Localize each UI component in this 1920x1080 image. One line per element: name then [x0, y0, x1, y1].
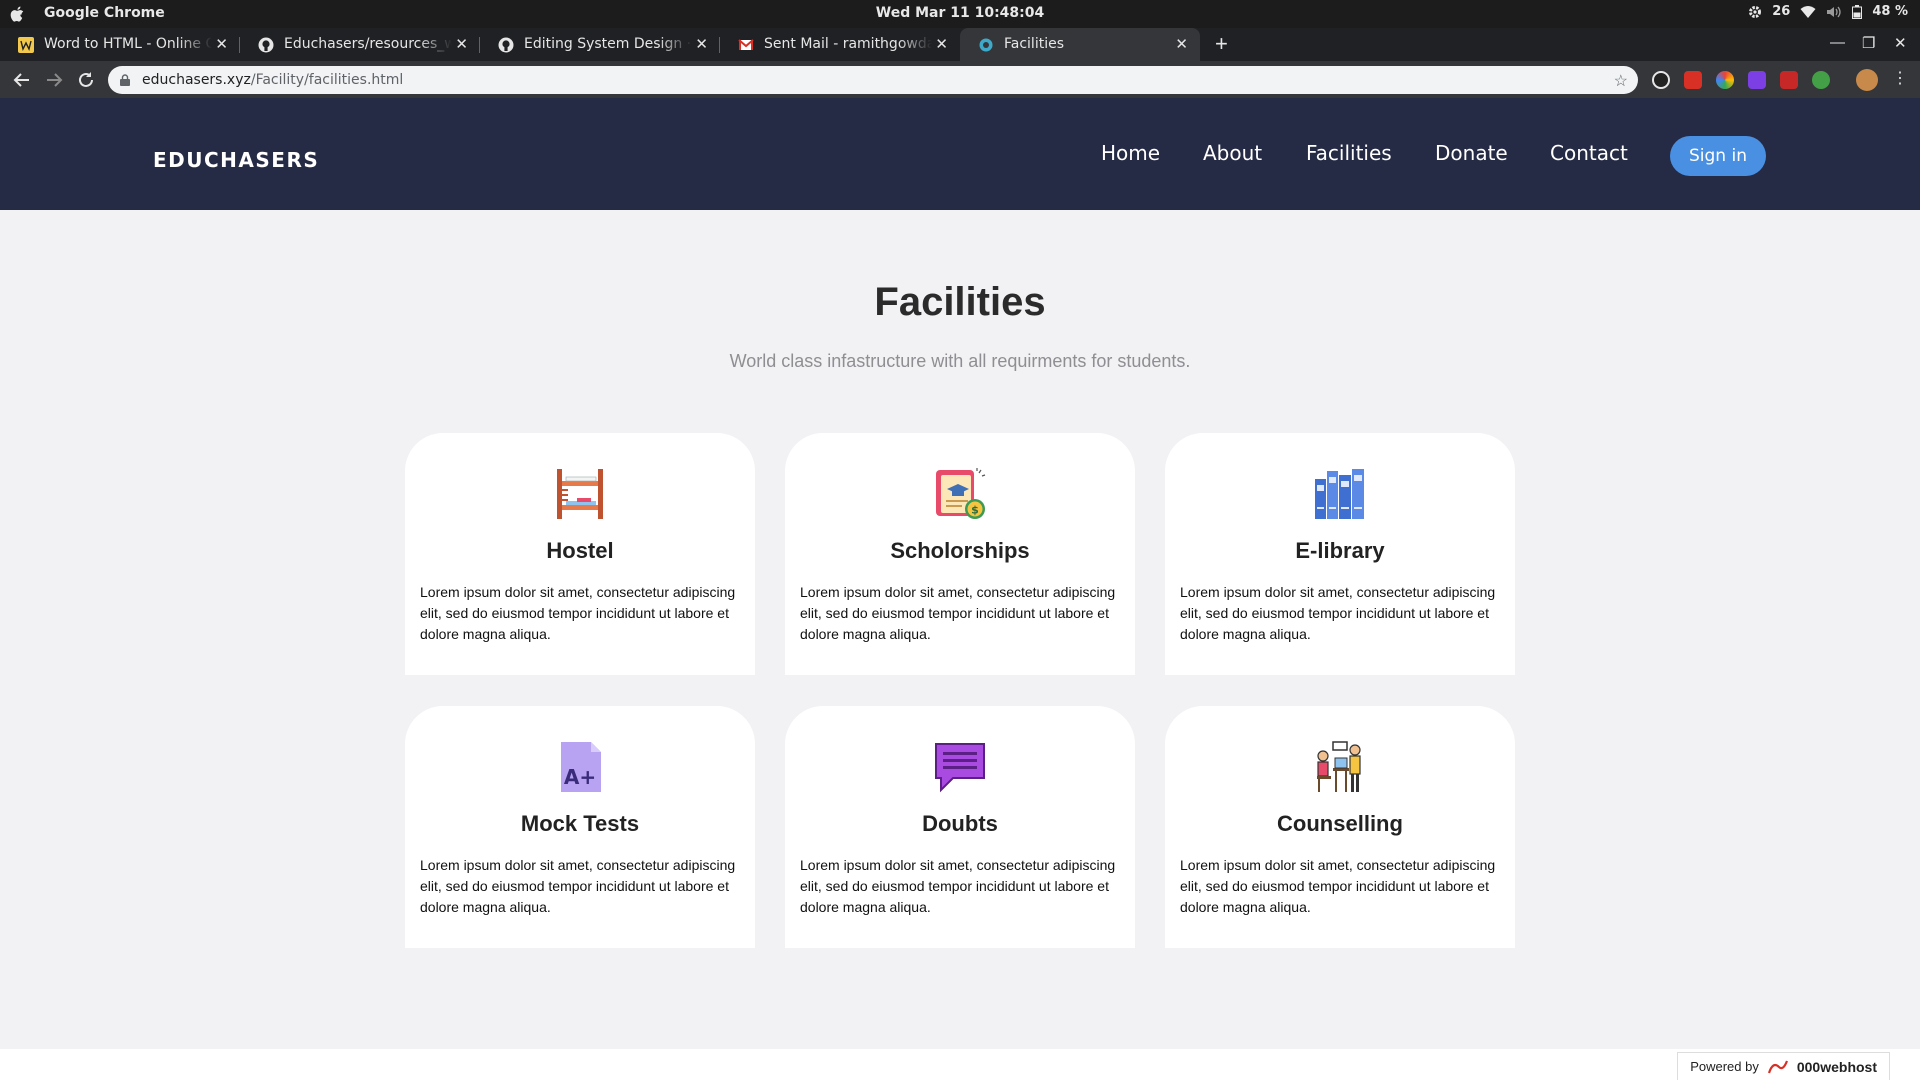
browser-tab-system-design[interactable]: Editing System Design · ra ✕	[480, 28, 720, 61]
battery-percentage: 48 %	[1872, 4, 1908, 19]
scholarship-certificate-icon: $	[936, 468, 986, 519]
system-tray: 26 48 %	[1748, 4, 1908, 19]
tab-title: Word to HTML - Online Co	[44, 36, 212, 52]
tab-title: Sent Mail - ramithgowdak	[764, 36, 932, 52]
close-tab-icon[interactable]: ✕	[215, 35, 228, 53]
reload-icon[interactable]	[75, 69, 97, 91]
bookmark-star-icon[interactable]: ☆	[1614, 71, 1628, 91]
lock-icon[interactable]	[120, 74, 130, 86]
close-tab-icon[interactable]: ✕	[455, 35, 468, 53]
facility-name: Mock Tests	[520, 811, 640, 836]
page-subtitle: World class infastructure with all requi…	[729, 351, 1191, 371]
webhost-logo-icon	[1767, 1060, 1788, 1073]
tray-count: 26	[1772, 4, 1791, 19]
facility-card-scholorships[interactable]: $ Scholorships Lorem ipsum dolor sit ame…	[785, 433, 1135, 675]
minimize-window-icon[interactable]: —	[1830, 34, 1845, 51]
forward-arrow-icon[interactable]	[43, 69, 65, 91]
facility-description: Lorem ipsum dolor sit amet, consectetur …	[1180, 584, 1496, 642]
restore-window-icon[interactable]: ❐	[1862, 34, 1875, 52]
powered-by-label: Powered by	[1690, 1059, 1759, 1074]
facility-name: Hostel	[546, 538, 614, 563]
url-path: /Facility/facilities.html	[250, 72, 404, 88]
facility-card-doubts[interactable]: Doubts Lorem ipsum dolor sit amet, conse…	[785, 706, 1135, 948]
close-tab-icon[interactable]: ✕	[935, 35, 948, 53]
purple-extension-icon[interactable]	[1748, 71, 1766, 89]
battery-icon[interactable]	[1852, 4, 1863, 19]
nav-link-home[interactable]: Home	[1101, 141, 1160, 165]
settings-gear-icon[interactable]	[1748, 5, 1762, 19]
nav-link-contact[interactable]: Contact	[1550, 141, 1628, 165]
browser-tab-sent-mail[interactable]: Sent Mail - ramithgowdak ✕	[720, 28, 960, 61]
profile-avatar[interactable]	[1856, 69, 1878, 91]
facility-name: Counselling	[1277, 811, 1403, 836]
extension-icon-1[interactable]	[1652, 71, 1670, 89]
address-bar[interactable]: educhasers.xyz/Facility/facilities.html …	[108, 66, 1638, 94]
flash-extension-icon[interactable]	[1780, 71, 1798, 89]
close-tab-icon[interactable]: ✕	[1175, 35, 1188, 53]
wifi-icon[interactable]	[1800, 5, 1816, 19]
nav-link-facilities[interactable]: Facilities	[1306, 141, 1392, 165]
nav-link-about[interactable]: About	[1203, 141, 1262, 165]
powered-by-badge[interactable]: Powered by 000webhost	[1677, 1052, 1890, 1080]
close-tab-icon[interactable]: ✕	[695, 35, 708, 53]
back-arrow-icon[interactable]	[11, 69, 33, 91]
facility-card-hostel[interactable]: Hostel Lorem ipsum dolor sit amet, conse…	[405, 433, 755, 675]
tab-title: Editing System Design · ra	[524, 36, 692, 52]
w-icon	[18, 37, 34, 53]
system-clock[interactable]: Wed Mar 11 10:48:04	[0, 5, 1920, 21]
browser-tab-word-to-html[interactable]: Word to HTML - Online Co ✕	[0, 28, 240, 61]
sign-in-button[interactable]: Sign in	[1670, 136, 1766, 176]
facility-name: Doubts	[922, 811, 998, 836]
color-extension-icon[interactable]	[1716, 71, 1734, 89]
browser-tab-educhasers-repo[interactable]: Educhasers/resources_wi ✕	[240, 28, 480, 61]
grade-paper-icon: A+	[561, 742, 601, 792]
url-host: educhasers.xyz	[142, 72, 251, 88]
volume-icon[interactable]	[1826, 5, 1842, 19]
facility-card-counselling[interactable]: Counselling Lorem ipsum dolor sit amet, …	[1165, 706, 1515, 948]
url-text[interactable]: educhasers.xyz/Facility/facilities.html	[142, 72, 403, 88]
tab-title: Educhasers/resources_wi	[284, 36, 452, 52]
page-footer-strip	[0, 1049, 1920, 1080]
bunk-bed-icon	[557, 469, 603, 519]
bookshelf-icon	[1315, 469, 1364, 519]
facility-description: Lorem ipsum dolor sit amet, consectetur …	[800, 857, 1116, 915]
page-title: Facilities	[874, 280, 1046, 324]
site-header: EDUCHASERS Home About Facilities Donate …	[0, 98, 1920, 210]
adblock-extension-icon[interactable]	[1684, 71, 1702, 89]
browser-tab-facilities[interactable]: Facilities ✕	[960, 28, 1200, 61]
counsellor-desk-icon	[1317, 741, 1361, 792]
tab-title: Facilities	[1004, 36, 1064, 52]
browser-tab-strip: Word to HTML - Online Co ✕ Educhasers/re…	[0, 28, 1920, 61]
os-top-bar: Google Chrome Wed Mar 11 10:48:04 26 48 …	[0, 0, 1920, 28]
browser-menu-icon[interactable]: ⋮	[1892, 68, 1908, 88]
green-extension-icon[interactable]	[1812, 71, 1830, 89]
facility-description: Lorem ipsum dolor sit amet, consectetur …	[1180, 857, 1496, 915]
nav-link-donate[interactable]: Donate	[1435, 141, 1508, 165]
browser-toolbar: educhasers.xyz/Facility/facilities.html …	[0, 61, 1920, 98]
github-icon	[258, 37, 274, 53]
facility-description: Lorem ipsum dolor sit amet, consectetur …	[420, 857, 736, 915]
svg-text:$: $	[971, 504, 979, 517]
facility-card-e-library[interactable]: E-library Lorem ipsum dolor sit amet, co…	[1165, 433, 1515, 675]
facility-card-mock-tests[interactable]: A+ Mock Tests Lorem ipsum dolor sit amet…	[405, 706, 755, 948]
github-icon	[498, 37, 514, 53]
facility-description: Lorem ipsum dolor sit amet, consectetur …	[800, 584, 1116, 642]
new-tab-plus-icon[interactable]: +	[1215, 31, 1228, 57]
gmail-icon	[738, 39, 754, 50]
chat-bubble-icon	[935, 743, 985, 793]
webhost-brand: 000webhost	[1796, 1058, 1877, 1075]
facility-name: E-library	[1295, 538, 1385, 563]
close-window-icon[interactable]: ✕	[1894, 34, 1907, 52]
site-logo[interactable]: EDUCHASERS	[153, 148, 319, 172]
site-icon	[979, 38, 993, 52]
svg-text:A+: A+	[564, 765, 596, 789]
facility-description: Lorem ipsum dolor sit amet, consectetur …	[420, 584, 736, 642]
facility-name: Scholorships	[890, 538, 1030, 563]
